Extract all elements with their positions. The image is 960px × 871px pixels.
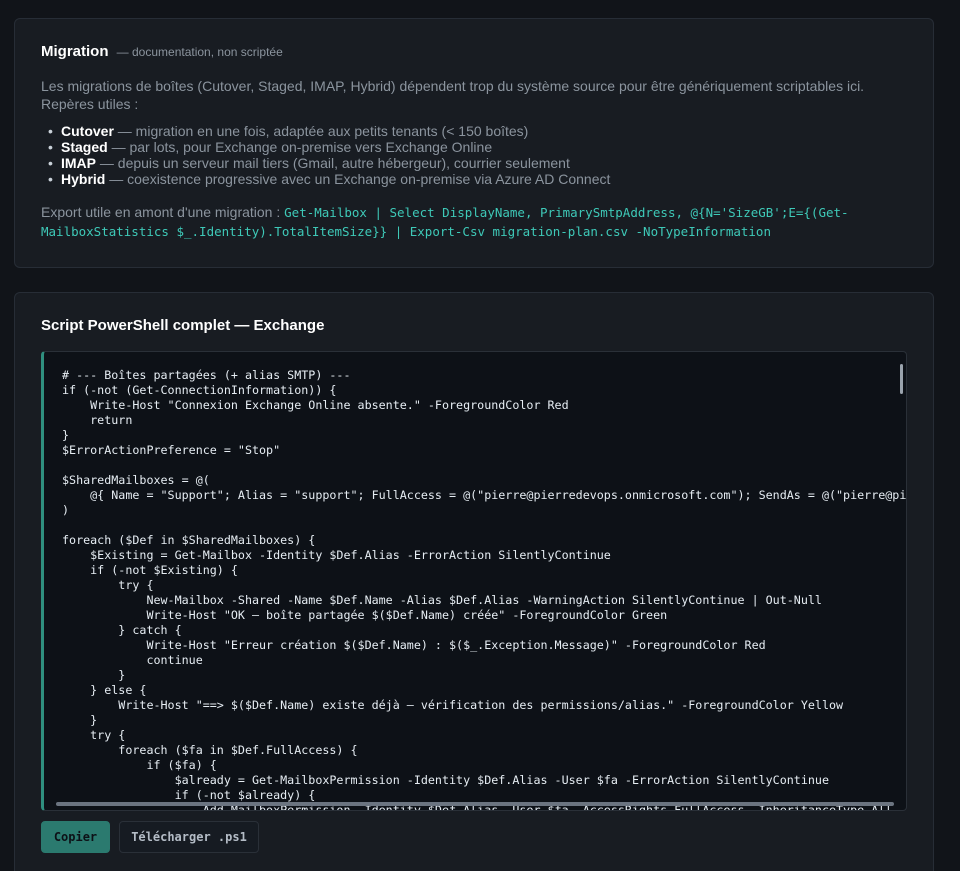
migration-title-text: Migration <box>41 43 109 60</box>
export-label: Export utile en amont d'une migration : <box>41 204 285 220</box>
copy-button[interactable]: Copier <box>41 821 110 853</box>
export-hint: Export utile en amont d'une migration : … <box>41 203 907 241</box>
method-name: Hybrid <box>61 171 106 187</box>
method-name: Cutover <box>61 123 114 139</box>
download-button[interactable]: Télécharger .ps1 <box>119 821 259 853</box>
script-title: Script PowerShell complet — Exchange <box>41 317 325 334</box>
migration-card: Migration — documentation, non scriptée … <box>14 18 934 268</box>
list-item: Hybrid — coexistence progressive avec un… <box>48 171 907 187</box>
migration-methods-list: Cutover — migration en une fois, adaptée… <box>48 123 907 187</box>
list-item: Staged — par lots, pour Exchange on-prem… <box>48 139 907 155</box>
migration-title: Migration — documentation, non scriptée <box>41 43 907 60</box>
code-block[interactable]: # --- Boîtes partagées (+ alias SMTP) --… <box>41 351 907 811</box>
list-item: Cutover — migration en une fois, adaptée… <box>48 123 907 139</box>
method-desc: — migration en une fois, adaptée aux pet… <box>113 123 529 139</box>
horizontal-scrollbar[interactable] <box>56 802 894 806</box>
migration-intro: Les migrations de boîtes (Cutover, Stage… <box>41 78 865 112</box>
method-desc: — coexistence progressive avec un Exchan… <box>105 171 611 187</box>
method-desc: — depuis un serveur mail tiers (Gmail, a… <box>96 155 570 171</box>
list-item: IMAP — depuis un serveur mail tiers (Gma… <box>48 155 907 171</box>
code-text[interactable]: # --- Boîtes partagées (+ alias SMTP) --… <box>62 368 906 810</box>
script-card: Script PowerShell complet — Exchange # -… <box>14 292 934 871</box>
method-desc: — par lots, pour Exchange on-premise ver… <box>107 139 493 155</box>
migration-subtitle: — documentation, non scriptée <box>116 45 283 59</box>
vertical-scrollbar[interactable] <box>900 364 903 394</box>
method-name: IMAP <box>61 155 96 171</box>
method-name: Staged <box>61 139 108 155</box>
